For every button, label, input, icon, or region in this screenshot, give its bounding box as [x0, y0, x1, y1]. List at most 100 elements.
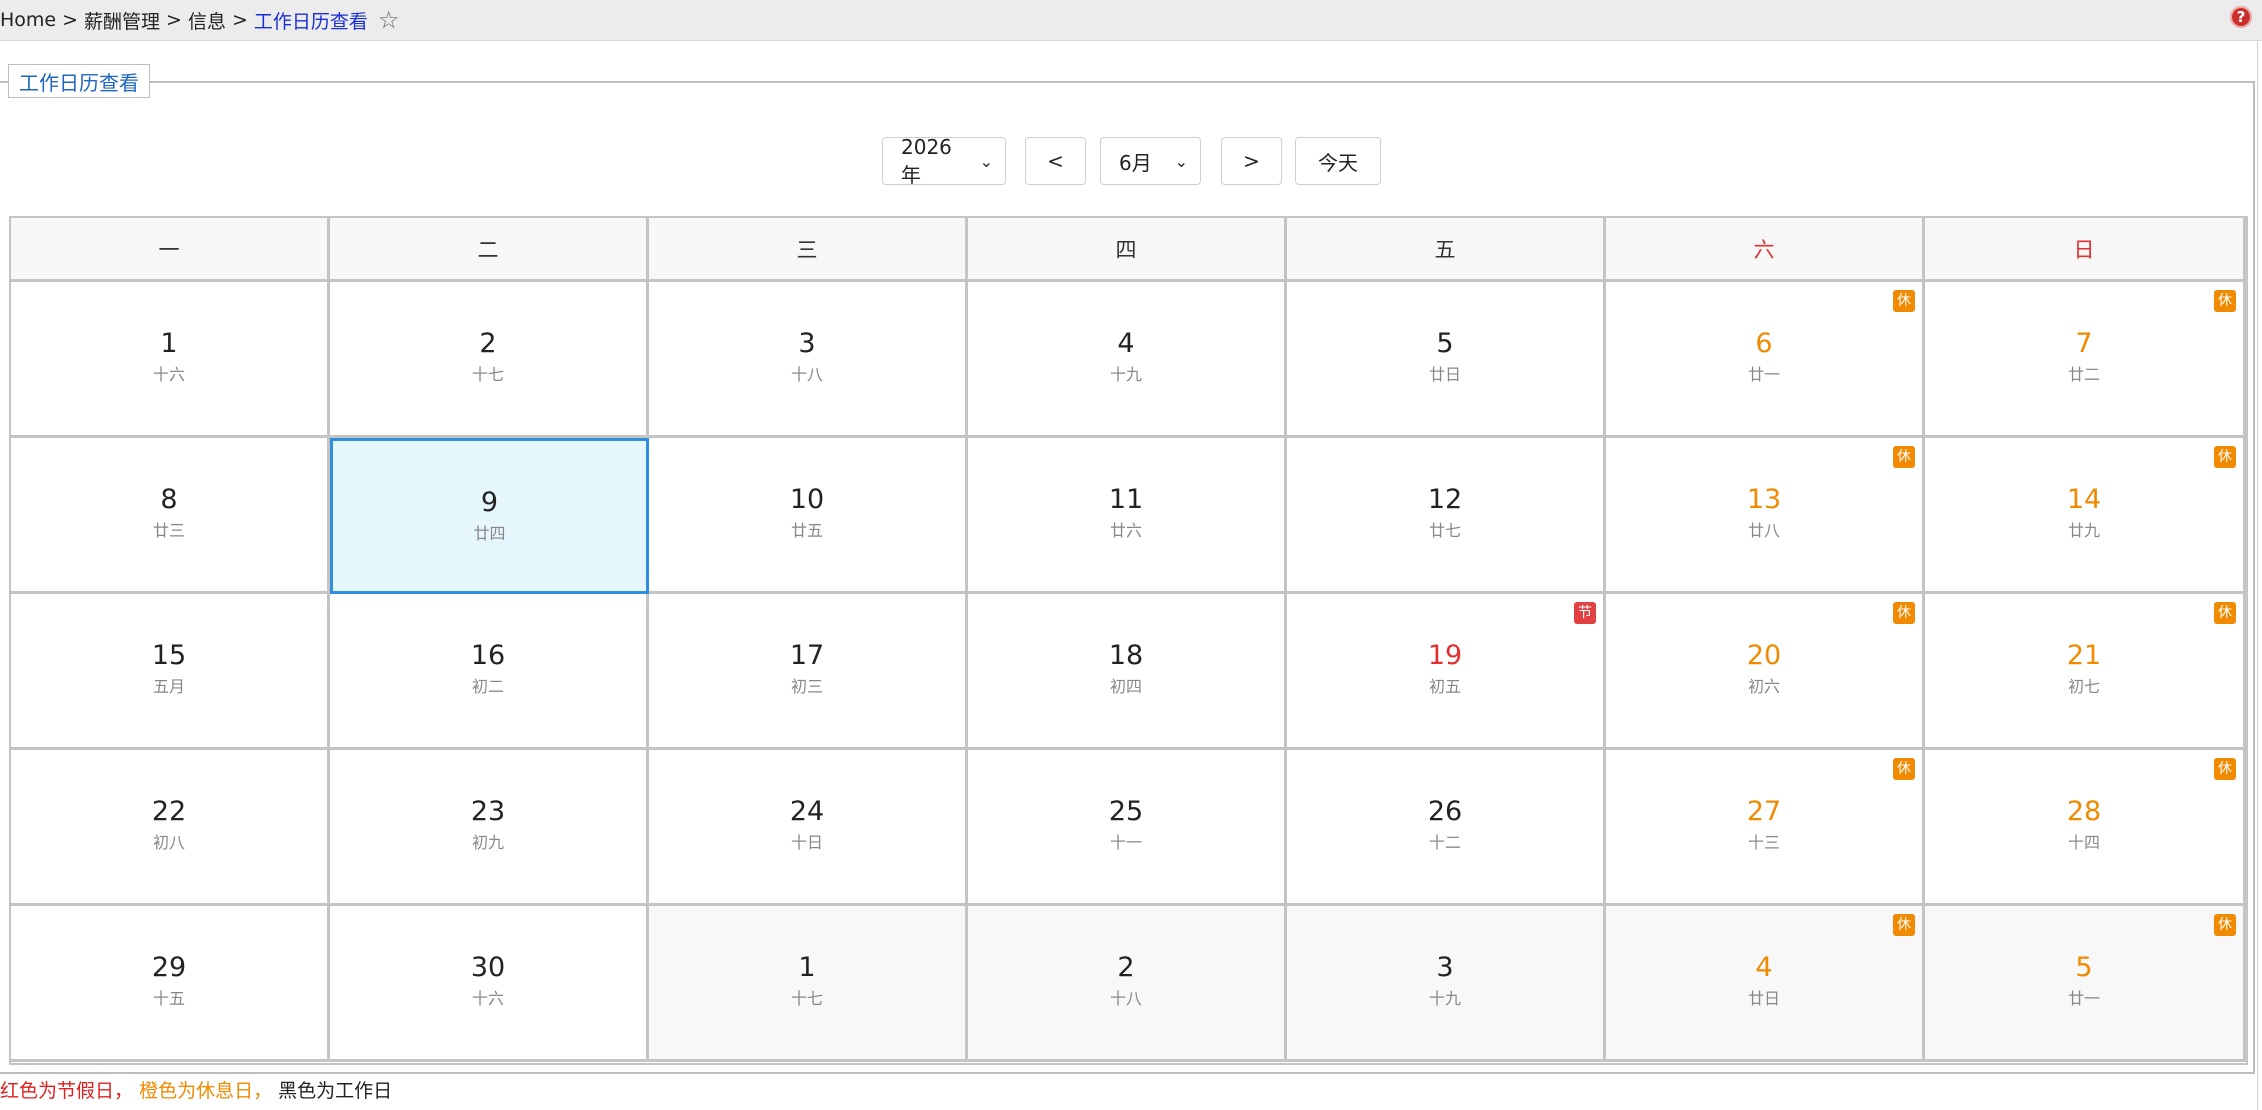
calendar-day-cell[interactable]: 4 十九: [968, 282, 1287, 438]
calendar-day-cell[interactable]: 5 廿日: [1287, 282, 1606, 438]
breadcrumb-separator: >: [166, 9, 182, 31]
calendar-day-cell[interactable]: 27 十三 休: [1606, 750, 1925, 906]
lunar-date: 十五: [152, 989, 185, 1008]
weekday-header: 三: [649, 218, 968, 282]
calendar-day-cell[interactable]: 6 廿一 休: [1606, 282, 1925, 438]
color-legend-note: 红色为节假日， 橙色为休息日， 黑色为工作日: [0, 1076, 392, 1103]
day-number: 1: [798, 952, 816, 983]
weekday-header: 二: [330, 218, 649, 282]
lunar-date: 十七: [790, 989, 823, 1008]
calendar-day-cell[interactable]: 10 廿五: [649, 438, 968, 594]
breadcrumb-info[interactable]: 信息: [188, 7, 226, 34]
breadcrumb-salary-management[interactable]: 薪酬管理: [84, 7, 160, 34]
rest-badge: 休: [1893, 602, 1915, 624]
lunar-date: 廿日: [1747, 989, 1780, 1008]
rest-badge: 休: [2214, 446, 2236, 468]
weekday-header: 一: [11, 218, 330, 282]
calendar-day-cell[interactable]: 18 初四: [968, 594, 1287, 750]
rest-badge: 休: [2214, 602, 2236, 624]
day-number: 30: [470, 952, 506, 983]
legend-holiday-text: 红色为节假日，: [0, 1080, 134, 1102]
weekday-header: 日: [1925, 218, 2246, 282]
calendar-controls: 2026年 ⌄ < 6月 ⌄ > 今天: [0, 134, 2262, 187]
calendar-day-cell[interactable]: 22 初八: [11, 750, 330, 906]
lunar-date: 十四: [2067, 833, 2100, 852]
calendar-day-cell[interactable]: 26 十二: [1287, 750, 1606, 906]
calendar-day-cell[interactable]: 3 十九: [1287, 906, 1606, 1062]
day-number: 7: [2075, 328, 2093, 359]
month-select-value: 6月: [1119, 150, 1152, 175]
rest-badge: 休: [1893, 914, 1915, 936]
day-number: 3: [798, 328, 816, 359]
holiday-badge: 节: [1574, 602, 1596, 624]
calendar-day-cell[interactable]: 28 十四 休: [1925, 750, 2246, 906]
lunar-date: 廿八: [1747, 521, 1780, 540]
calendar-day-cell[interactable]: 4 廿日 休: [1606, 906, 1925, 1062]
lunar-date: 廿七: [1428, 521, 1461, 540]
breadcrumb-home[interactable]: Home: [0, 9, 56, 31]
next-month-button[interactable]: >: [1221, 137, 1282, 185]
day-number: 5: [2075, 952, 2093, 983]
day-number: 16: [470, 640, 506, 671]
weekday-header: 五: [1287, 218, 1606, 282]
day-number: 25: [1108, 796, 1144, 827]
legend-work-text: 黑色为工作日: [278, 1080, 393, 1102]
breadcrumb-current[interactable]: 工作日历查看: [254, 7, 368, 34]
lunar-date: 十一: [1109, 833, 1142, 852]
month-select[interactable]: 6月 ⌄: [1100, 137, 1201, 185]
prev-month-button[interactable]: <: [1025, 137, 1086, 185]
calendar-day-cell[interactable]: 20 初六 休: [1606, 594, 1925, 750]
today-button[interactable]: 今天: [1295, 137, 1381, 185]
lunar-date: 十八: [790, 365, 823, 384]
calendar-day-cell[interactable]: 30 十六: [330, 906, 649, 1062]
lunar-date: 十八: [1109, 989, 1142, 1008]
calendar-day-cell[interactable]: 23 初九: [330, 750, 649, 906]
star-outline-icon[interactable]: ☆: [378, 8, 400, 32]
calendar-day-cell[interactable]: 2 十七: [330, 282, 649, 438]
calendar-day-cell[interactable]: 12 廿七: [1287, 438, 1606, 594]
calendar-day-cell[interactable]: 3 十八: [649, 282, 968, 438]
chevron-down-icon: ⌄: [1174, 151, 1188, 171]
calendar-day-cell[interactable]: 16 初二: [330, 594, 649, 750]
lunar-date: 十六: [471, 989, 504, 1008]
calendar-grid: 一二三四五六日 1 十六 2 十七 3 十八 4 十九 5 廿日 6 廿一休 7 廿二休 8 廿三 9 廿四 10 廿五…: [9, 216, 2248, 1065]
calendar-day-cell[interactable]: 21 初七 休: [1925, 594, 2246, 750]
day-number: 28: [2066, 796, 2102, 827]
day-number: 4: [1755, 952, 1773, 983]
rest-badge: 休: [2214, 290, 2236, 312]
lunar-date: 初六: [1747, 677, 1780, 696]
calendar-day-cell[interactable]: 17 初三: [649, 594, 968, 750]
day-number: 27: [1746, 796, 1782, 827]
calendar-day-cell-today[interactable]: 9 廿四: [330, 438, 649, 594]
calendar-day-cell[interactable]: 8 廿三: [11, 438, 330, 594]
lunar-date: 十三: [1747, 833, 1780, 852]
calendar-day-cell[interactable]: 7 廿二 休: [1925, 282, 2246, 438]
lunar-date: 十六: [152, 365, 185, 384]
calendar-day-cell[interactable]: 25 十一: [968, 750, 1287, 906]
calendar-day-cell[interactable]: 19 初五 节: [1287, 594, 1606, 750]
day-number: 29: [151, 952, 187, 983]
year-select[interactable]: 2026年 ⌄: [882, 134, 1006, 187]
lunar-date: 廿一: [2067, 989, 2100, 1008]
year-select-value: 2026年: [901, 134, 952, 187]
day-number: 2: [1117, 952, 1135, 983]
lunar-date: 廿四: [473, 524, 506, 543]
calendar-day-cell[interactable]: 11 廿六: [968, 438, 1287, 594]
lunar-date: 廿六: [1109, 521, 1142, 540]
calendar-day-cell[interactable]: 1 十七: [649, 906, 968, 1062]
calendar-day-cell[interactable]: 5 廿一 休: [1925, 906, 2246, 1062]
calendar-day-cell[interactable]: 29 十五: [11, 906, 330, 1062]
breadcrumb-bar: Home > 薪酬管理 > 信息 > 工作日历查看 ☆ ?: [0, 0, 2262, 41]
help-icon[interactable]: ?: [2230, 6, 2252, 28]
calendar-day-cell[interactable]: 2 十八: [968, 906, 1287, 1062]
calendar-day-cell[interactable]: 13 廿八 休: [1606, 438, 1925, 594]
calendar-day-cell[interactable]: 14 廿九 休: [1925, 438, 2246, 594]
lunar-date: 廿日: [1428, 365, 1461, 384]
calendar-day-cell[interactable]: 15 五月: [11, 594, 330, 750]
day-number: 10: [789, 484, 825, 515]
lunar-date: 十七: [471, 365, 504, 384]
lunar-date: 初五: [1428, 677, 1461, 696]
calendar-day-cell[interactable]: 24 十日: [649, 750, 968, 906]
calendar-day-cell[interactable]: 1 十六: [11, 282, 330, 438]
lunar-date: 初八: [152, 833, 185, 852]
